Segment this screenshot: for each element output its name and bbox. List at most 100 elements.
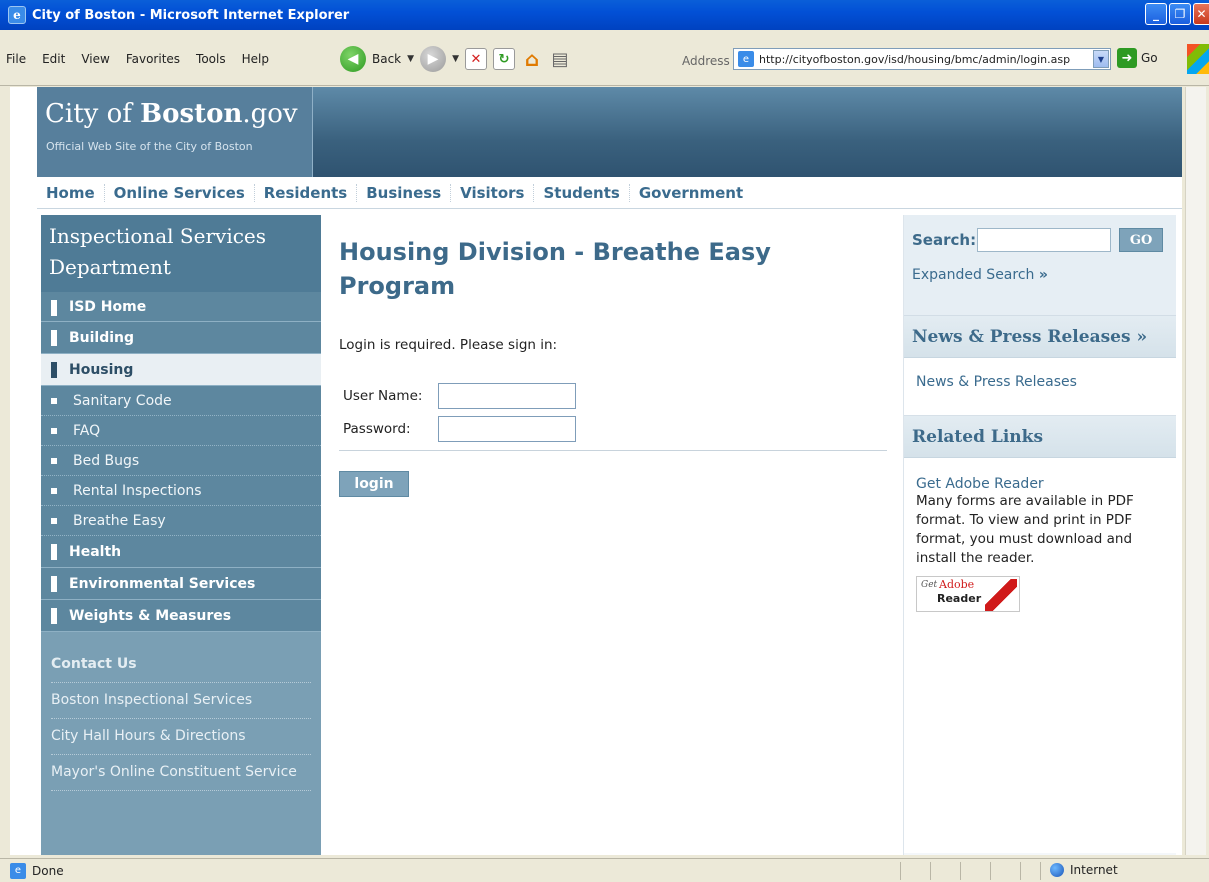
sidebar-item-isd-home[interactable]: ISD Home bbox=[41, 292, 321, 322]
sidebar-subitem-sanitary-code[interactable]: Sanitary Code bbox=[41, 386, 321, 416]
news-link[interactable]: News & Press Releases bbox=[904, 358, 1176, 416]
sidebar-item-environmental-services[interactable]: Environmental Services bbox=[41, 568, 321, 600]
status-separator bbox=[900, 862, 901, 880]
globe-icon bbox=[1050, 863, 1064, 877]
nav-online-services[interactable]: Online Services bbox=[105, 183, 255, 202]
nav-tools: ◀ Back ▼ ▶ ▼ ✕ ↻ ⌂ ▤ bbox=[340, 46, 571, 72]
forward-arrow-icon[interactable]: ▶ bbox=[420, 46, 447, 72]
menu-file[interactable]: File bbox=[0, 52, 34, 66]
menu-help[interactable]: Help bbox=[234, 52, 277, 66]
menu-edit[interactable]: Edit bbox=[34, 52, 73, 66]
back-dropdown-icon[interactable]: ▼ bbox=[407, 54, 414, 64]
username-input[interactable] bbox=[438, 382, 576, 409]
logo-text: City of Boston.gov bbox=[45, 99, 298, 129]
sidebar-item-building[interactable]: Building bbox=[41, 322, 321, 354]
menu-favorites[interactable]: Favorites bbox=[118, 52, 188, 66]
address-dropdown-icon[interactable]: ▼ bbox=[1093, 50, 1109, 68]
department-title[interactable]: Inspectional Services Department bbox=[41, 215, 321, 292]
badge-reader: Reader bbox=[937, 592, 982, 605]
news-chevron-icon: » bbox=[1136, 327, 1148, 347]
adobe-description: Many forms are available in PDF format. … bbox=[916, 493, 1134, 566]
nav-home[interactable]: Home bbox=[37, 183, 105, 202]
nav-visitors[interactable]: Visitors bbox=[451, 183, 535, 202]
expanded-search-link[interactable]: Expanded Search » bbox=[912, 267, 1168, 283]
news-heading-label: News & Press Releases bbox=[912, 327, 1131, 347]
contact-link-city-hall-hours[interactable]: City Hall Hours & Directions bbox=[51, 719, 311, 755]
status-separator bbox=[1020, 862, 1021, 880]
contact-link-inspectional-services[interactable]: Boston Inspectional Services bbox=[51, 683, 311, 719]
login-instructions: Login is required. Please sign in: bbox=[339, 337, 558, 353]
security-zone: Internet bbox=[1050, 863, 1118, 877]
logo-boston: Boston bbox=[140, 99, 243, 129]
nav-residents[interactable]: Residents bbox=[255, 183, 358, 202]
home-icon[interactable]: ⌂ bbox=[521, 47, 543, 71]
ie-icon: e bbox=[8, 6, 26, 24]
search-go-button[interactable]: GO bbox=[1119, 228, 1164, 252]
window-border bbox=[0, 86, 10, 856]
window-title: City of Boston - Microsoft Internet Expl… bbox=[32, 7, 350, 23]
sidebar-item-housing[interactable]: Housing bbox=[41, 354, 321, 386]
menu-bar: File Edit View Favorites Tools Help bbox=[0, 52, 277, 66]
window-controls: _ ❐ ✕ bbox=[1145, 3, 1209, 25]
left-sidebar: Inspectional Services Department ISD Hom… bbox=[41, 215, 321, 855]
scrollbar-track[interactable] bbox=[1185, 87, 1206, 855]
go-button[interactable]: ➜ Go bbox=[1117, 48, 1158, 68]
password-label: Password: bbox=[343, 420, 411, 437]
contact-link-constituent-service[interactable]: Mayor's Online Constituent Service bbox=[51, 755, 311, 791]
related-links-heading: Related Links bbox=[904, 416, 1176, 458]
login-form: User Name: Password: bbox=[343, 379, 887, 445]
site-tagline: Official Web Site of the City of Boston bbox=[46, 140, 253, 153]
sidebar-subitem-breathe-easy[interactable]: Breathe Easy bbox=[41, 506, 321, 536]
logo-city: City of bbox=[45, 99, 141, 129]
double-chevron-icon: » bbox=[1038, 267, 1048, 283]
stop-icon[interactable]: ✕ bbox=[464, 48, 487, 70]
logo-gov: .gov bbox=[242, 99, 298, 129]
contact-heading: Contact Us bbox=[51, 656, 311, 683]
menu-tools[interactable]: Tools bbox=[188, 52, 234, 66]
adobe-swoosh-icon bbox=[985, 579, 1017, 611]
menu-view[interactable]: View bbox=[73, 52, 117, 66]
address-url[interactable]: http://cityofboston.gov/isd/housing/bmc/… bbox=[759, 53, 1070, 66]
sidebar-subitem-bed-bugs[interactable]: Bed Bugs bbox=[41, 446, 321, 476]
restore-button[interactable]: ❐ bbox=[1169, 3, 1191, 25]
site-logo[interactable]: City of Boston.gov Official Web Site of … bbox=[37, 87, 313, 177]
windows-logo-icon bbox=[1187, 44, 1209, 74]
status-separator bbox=[1040, 862, 1041, 880]
badge-adobe: Adobe bbox=[939, 578, 975, 591]
print-icon[interactable]: ▤ bbox=[549, 48, 571, 70]
go-arrow-icon: ➜ bbox=[1117, 48, 1137, 68]
search-block: Search: GO Expanded Search » bbox=[904, 215, 1176, 316]
login-button[interactable]: login bbox=[339, 471, 409, 497]
login-form-footer: login bbox=[339, 450, 887, 497]
sidebar-item-weights-measures[interactable]: Weights & Measures bbox=[41, 600, 321, 632]
password-input[interactable] bbox=[438, 415, 576, 442]
close-button[interactable]: ✕ bbox=[1193, 3, 1209, 25]
back-button-label[interactable]: Back bbox=[372, 52, 401, 66]
back-arrow-icon[interactable]: ◀ bbox=[340, 46, 366, 72]
sidebar-subitem-rental-inspections[interactable]: Rental Inspections bbox=[41, 476, 321, 506]
adobe-reader-link[interactable]: Get Adobe Reader bbox=[916, 476, 1164, 492]
sidebar-item-health[interactable]: Health bbox=[41, 536, 321, 568]
go-button-label: Go bbox=[1141, 51, 1158, 65]
refresh-icon[interactable]: ↻ bbox=[492, 48, 515, 70]
browser-toolbar: File Edit View Favorites Tools Help ◀ Ba… bbox=[0, 30, 1209, 86]
nav-students[interactable]: Students bbox=[534, 183, 630, 202]
zone-label: Internet bbox=[1070, 863, 1118, 877]
page-status-icon: e bbox=[10, 862, 26, 879]
username-row: User Name: bbox=[343, 379, 887, 412]
nav-government[interactable]: Government bbox=[630, 184, 752, 202]
news-heading[interactable]: News & Press Releases » bbox=[904, 316, 1176, 358]
search-input[interactable] bbox=[977, 228, 1112, 252]
minimize-button[interactable]: _ bbox=[1145, 3, 1167, 25]
form-divider bbox=[339, 450, 887, 451]
username-label: User Name: bbox=[343, 387, 423, 404]
address-bar[interactable]: e http://cityofboston.gov/isd/housing/bm… bbox=[733, 48, 1111, 70]
vertical-scrollbar[interactable] bbox=[1182, 87, 1209, 855]
forward-dropdown-icon[interactable]: ▼ bbox=[452, 54, 459, 64]
adobe-reader-badge[interactable]: Get Adobe Reader bbox=[916, 576, 1020, 612]
nav-business[interactable]: Business bbox=[357, 183, 452, 202]
right-column: Search: GO Expanded Search » News & Pres… bbox=[903, 215, 1176, 855]
search-row: Search: GO bbox=[912, 228, 1168, 252]
sidebar-subitem-faq[interactable]: FAQ bbox=[41, 416, 321, 446]
expanded-search-label: Expanded Search bbox=[912, 267, 1035, 283]
